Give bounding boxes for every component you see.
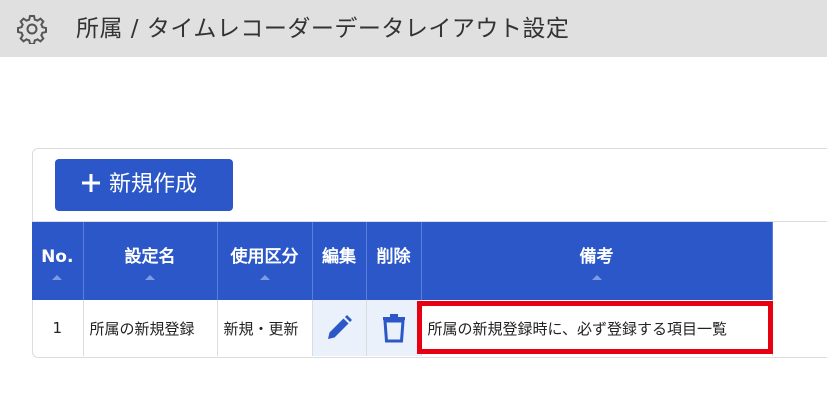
sort-arrow-icon[interactable] [259,275,270,280]
column-header-delete: 削除 [366,222,422,300]
table-header-row: No. 設定名 使用区分 編集 削除 備考 [32,222,773,300]
pencil-icon [328,315,352,339]
column-header-no[interactable]: No. [32,222,84,300]
gear-icon[interactable] [17,14,47,44]
table-row: 1 所属の新規登録 新規・更新 所属の新規登録時に、必ず登録する項目一覧 [32,300,773,356]
cell-usage: 新規・更新 [217,300,313,356]
cell-no: 1 [32,300,84,356]
settings-table: No. 設定名 使用区分 編集 削除 備考 1 所属の新規登録 新規・更新 所属… [32,222,773,356]
column-header-name[interactable]: 設定名 [83,222,218,300]
plus-icon [82,174,100,192]
column-header-label: 編集 [322,247,356,267]
column-header-label: 備考 [579,247,614,267]
edit-button[interactable] [312,300,367,356]
column-header-remarks[interactable]: 備考 [421,222,773,300]
new-button[interactable]: 新規作成 [55,159,233,211]
column-header-edit: 編集 [312,222,367,300]
new-button-label: 新規作成 [109,172,198,197]
page-title: 所属 / タイムレコーダーデータレイアウト設定 [76,16,570,42]
column-header-label: No. [41,247,74,267]
sort-arrow-icon[interactable] [52,275,63,280]
sort-arrow-icon[interactable] [591,275,602,280]
column-header-label: 使用区分 [230,247,299,267]
cell-name: 所属の新規登録 [83,300,218,356]
trash-icon [382,314,405,343]
cell-remarks: 所属の新規登録時に、必ず登録する項目一覧 [421,300,773,356]
column-header-label: 削除 [376,247,411,267]
page-header: 所属 / タイムレコーダーデータレイアウト設定 [0,0,827,57]
column-header-usage[interactable]: 使用区分 [217,222,313,300]
delete-button[interactable] [366,300,422,356]
column-header-label: 設定名 [124,247,176,267]
sort-arrow-icon[interactable] [145,275,155,280]
